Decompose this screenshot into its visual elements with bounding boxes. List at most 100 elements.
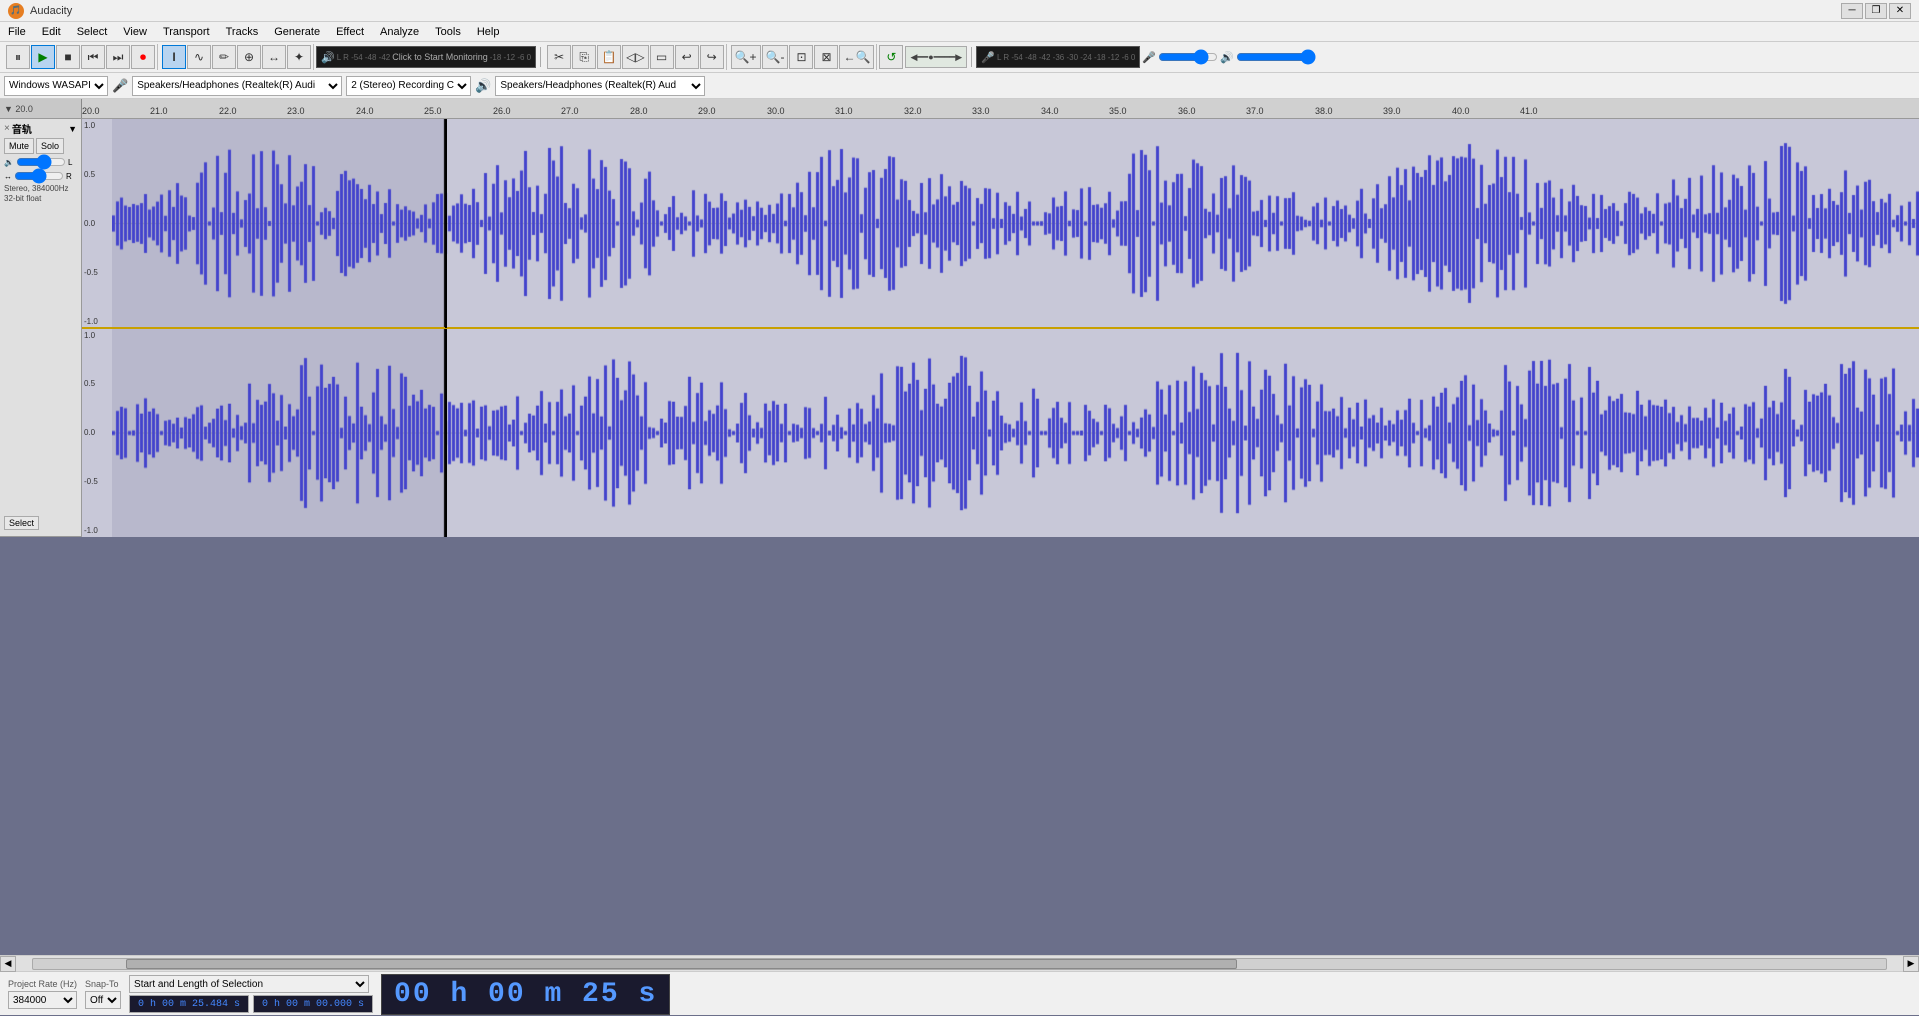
playhead-line-bottom xyxy=(445,329,447,538)
channels-select[interactable]: 2 (Stereo) Recording C xyxy=(346,76,471,96)
toolbar-row-1: ⏸ ▶ ■ ⏮ ⏭ ⏺ I ∿ ✏ ⊕ ↔ ✦ 🔊 L R -54 -48 -4… xyxy=(0,42,1919,72)
toolbar-separator-1 xyxy=(540,47,541,67)
selection-tool-button[interactable]: I xyxy=(162,45,186,69)
track-area: × 音轨 ▼ Mute Solo 🔉 L ↔ R xyxy=(0,119,1919,537)
menu-help[interactable]: Help xyxy=(469,22,508,41)
skip-start-button[interactable]: ⏮ xyxy=(81,45,105,69)
menu-file[interactable]: File xyxy=(0,22,34,41)
ruler-tick-31.0: 31.0 xyxy=(835,106,853,116)
menu-view[interactable]: View xyxy=(115,22,155,41)
ruler-tick-32.0: 32.0 xyxy=(904,106,922,116)
track-button-row: Mute Solo xyxy=(4,138,77,154)
scrollbar-thumb[interactable] xyxy=(126,959,1238,969)
ruler-tick-23.0: 23.0 xyxy=(287,106,305,116)
pan-icon: ↔ xyxy=(4,172,12,181)
mic-volume-slider[interactable] xyxy=(1158,51,1218,63)
title-bar-title: Audacity xyxy=(30,5,72,17)
empty-area xyxy=(0,537,1919,955)
solo-button[interactable]: Solo xyxy=(36,138,64,154)
skip-end-button[interactable]: ⏭ xyxy=(106,45,130,69)
restore-button[interactable]: ❐ xyxy=(1865,3,1887,19)
zoom-fit-button[interactable]: ⊠ xyxy=(814,45,838,69)
y-label-0-5-top: 0.5 xyxy=(84,170,110,179)
envelope-tool-button[interactable]: ∿ xyxy=(187,45,211,69)
zoom-out-button[interactable]: 🔍- xyxy=(762,45,789,69)
waveform-track-right[interactable]: 1.0 0.5 0.0 -0.5 -1.0 xyxy=(82,329,1919,538)
scrollbar-track[interactable] xyxy=(32,958,1887,970)
play-button[interactable]: ▶ xyxy=(31,45,55,69)
scroll-right-button[interactable]: ▶ xyxy=(1903,956,1919,972)
device-row: Windows WASAPI 🎤 Speakers/Headphones (Re… xyxy=(0,73,1919,99)
pause-button[interactable]: ⏸ xyxy=(6,45,30,69)
waveform-track-left[interactable]: 1.0 0.5 0.0 -0.5 -1.0 xyxy=(82,119,1919,329)
cut-button[interactable]: ✂ xyxy=(547,45,571,69)
status-row: Project Rate (Hz) 384000 48000 44100 Sna… xyxy=(0,972,1919,1016)
selection-end-input[interactable] xyxy=(253,995,373,1013)
input-mic-icon: 🎤 xyxy=(981,51,995,64)
undo-button[interactable]: ↩ xyxy=(675,45,699,69)
ruler-tick-28.0: 28.0 xyxy=(630,106,648,116)
menu-analyze[interactable]: Analyze xyxy=(372,22,427,41)
ruler-track-header: ▼ 20.0 xyxy=(0,99,82,118)
menu-generate[interactable]: Generate xyxy=(266,22,328,41)
title-bar: 🎵 Audacity ─ ❐ ✕ xyxy=(0,0,1919,22)
trim-button[interactable]: ◁▷ xyxy=(622,45,648,69)
scrollbar-row[interactable]: ◀ ▶ xyxy=(0,956,1919,972)
loop-button[interactable]: ↺ xyxy=(879,45,903,69)
snap-to-select[interactable]: Off On xyxy=(85,991,121,1009)
selection-start-input[interactable] xyxy=(129,995,249,1013)
ruler-tick-34.0: 34.0 xyxy=(1041,106,1059,116)
ruler-tick-25.0: 25.0 xyxy=(424,106,442,116)
volume-slider[interactable] xyxy=(16,156,66,168)
zoom-in-button[interactable]: 🔍+ xyxy=(731,45,761,69)
main-content: ▼ 20.0 20.021.022.023.024.025.026.027.02… xyxy=(0,99,1919,955)
redo-button[interactable]: ↪ xyxy=(700,45,724,69)
menu-select[interactable]: Select xyxy=(69,22,116,41)
ruler-tick-35.0: 35.0 xyxy=(1109,106,1127,116)
waveform-container[interactable]: 1.0 0.5 0.0 -0.5 -1.0 xyxy=(82,119,1919,537)
toolbar-separator-2 xyxy=(971,47,972,67)
scroll-left-button[interactable]: ◀ xyxy=(0,956,16,972)
mute-button[interactable]: Mute xyxy=(4,138,34,154)
zoom-selection-button[interactable]: ⊡ xyxy=(789,45,813,69)
minimize-button[interactable]: ─ xyxy=(1841,3,1863,19)
output-volume-slider[interactable] xyxy=(1236,51,1316,63)
multi-tool-button[interactable]: ✦ xyxy=(287,45,311,69)
ruler-tick-21.0: 21.0 xyxy=(150,106,168,116)
track-header: × 音轨 ▼ Mute Solo 🔉 L ↔ R xyxy=(0,119,81,537)
track-close-button[interactable]: × xyxy=(4,123,10,134)
copy-button[interactable]: ⎘ xyxy=(572,45,596,69)
timeline-ruler[interactable]: ▼ 20.0 20.021.022.023.024.025.026.027.02… xyxy=(0,99,1919,119)
zoom-tool-button[interactable]: ⊕ xyxy=(237,45,261,69)
track-dropdown-button[interactable]: ▼ xyxy=(68,124,77,134)
ruler-tick-39.0: 39.0 xyxy=(1383,106,1401,116)
draw-tool-button[interactable]: ✏ xyxy=(212,45,236,69)
menu-transport[interactable]: Transport xyxy=(155,22,218,41)
track-volume-row: 🔉 L xyxy=(4,156,77,168)
zoom-back-button[interactable]: ←🔍 xyxy=(839,45,874,69)
menu-effect[interactable]: Effect xyxy=(328,22,372,41)
pan-slider[interactable] xyxy=(14,170,64,182)
close-button[interactable]: ✕ xyxy=(1889,3,1911,19)
menu-tracks[interactable]: Tracks xyxy=(218,22,267,41)
y-label-1-0-bottom: 1.0 xyxy=(84,331,110,340)
input-device-select[interactable]: Speakers/Headphones (Realtek(R) Audi xyxy=(132,76,342,96)
stop-button[interactable]: ■ xyxy=(56,45,80,69)
paste-button[interactable]: 📋 xyxy=(597,45,621,69)
ruler-tick-27.0: 27.0 xyxy=(561,106,579,116)
ruler-tick-41.0: 41.0 xyxy=(1520,106,1538,116)
record-button[interactable]: ⏺ xyxy=(131,45,155,69)
project-rate-select[interactable]: 384000 48000 44100 xyxy=(8,991,77,1009)
selection-mode-select[interactable]: Start and Length of Selection Start and … xyxy=(129,975,369,993)
silence-button[interactable]: ▭ xyxy=(650,45,674,69)
ruler-tick-20.0: 20.0 xyxy=(82,106,100,116)
audio-api-select[interactable]: Windows WASAPI xyxy=(4,76,108,96)
select-button[interactable]: Select xyxy=(4,516,39,530)
big-time-value: 00 h 00 m 25 s xyxy=(394,979,657,1010)
menu-tools[interactable]: Tools xyxy=(427,22,469,41)
title-bar-controls[interactable]: ─ ❐ ✕ xyxy=(1841,3,1911,19)
menu-edit[interactable]: Edit xyxy=(34,22,69,41)
timeshift-tool-button[interactable]: ↔ xyxy=(262,45,286,69)
output-device-select[interactable]: Speakers/Headphones (Realtek(R) Aud xyxy=(495,76,705,96)
scrub-toolbar: ◀━━●━━━━▶ xyxy=(905,46,967,68)
